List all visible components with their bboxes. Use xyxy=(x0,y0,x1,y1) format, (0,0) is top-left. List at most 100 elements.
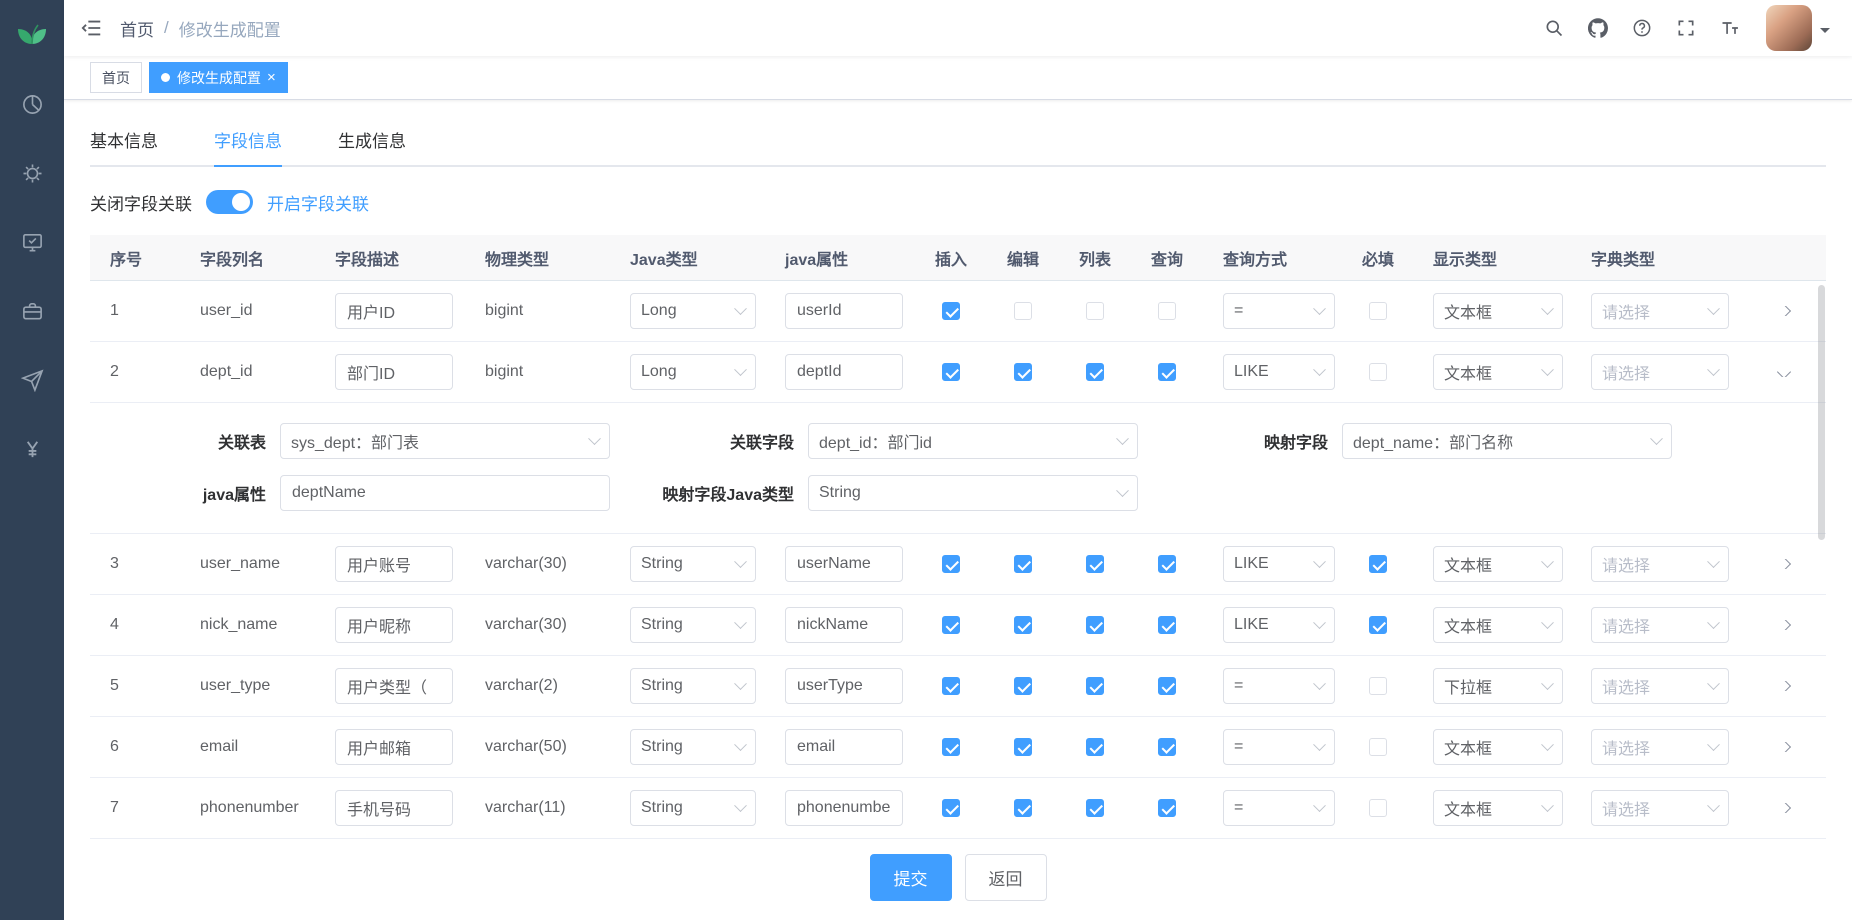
sidebar-collapse-button[interactable] xyxy=(64,0,120,56)
query-type-select[interactable]: = xyxy=(1223,790,1335,826)
edit-checkbox[interactable] xyxy=(1014,555,1032,573)
display-type-select[interactable]: 文本框 xyxy=(1433,546,1563,582)
table-scrollbar[interactable] xyxy=(1818,285,1825,540)
column-desc-input[interactable] xyxy=(335,293,453,329)
tag-current-page[interactable]: 修改生成配置 × xyxy=(149,62,288,93)
dict-type-select[interactable]: 请选择 xyxy=(1591,607,1729,643)
insert-checkbox[interactable] xyxy=(942,738,960,756)
query-checkbox[interactable] xyxy=(1158,555,1176,573)
insert-checkbox[interactable] xyxy=(942,555,960,573)
java-prop-input[interactable] xyxy=(785,293,903,329)
font-size-button[interactable] xyxy=(1708,0,1752,56)
query-type-select[interactable]: LIKE xyxy=(1223,354,1335,390)
fullscreen-button[interactable] xyxy=(1664,0,1708,56)
help-button[interactable] xyxy=(1620,0,1664,56)
insert-checkbox[interactable] xyxy=(942,616,960,634)
list-checkbox[interactable] xyxy=(1086,363,1104,381)
query-checkbox[interactable] xyxy=(1158,302,1176,320)
java-prop-input[interactable] xyxy=(785,354,903,390)
association-toggle[interactable] xyxy=(206,190,253,214)
required-checkbox[interactable] xyxy=(1369,799,1387,817)
sidebar-item-pay[interactable] xyxy=(0,415,64,484)
dict-type-select[interactable]: 请选择 xyxy=(1591,354,1729,390)
display-type-select[interactable]: 文本框 xyxy=(1433,293,1563,329)
java-prop-input[interactable] xyxy=(785,729,903,765)
query-checkbox[interactable] xyxy=(1158,738,1176,756)
user-menu[interactable] xyxy=(1766,5,1830,51)
expand-icon[interactable] xyxy=(1776,803,1790,813)
required-checkbox[interactable] xyxy=(1369,302,1387,320)
column-desc-input[interactable] xyxy=(335,790,453,826)
sidebar-item-system[interactable] xyxy=(0,139,64,208)
edit-checkbox[interactable] xyxy=(1014,738,1032,756)
query-checkbox[interactable] xyxy=(1158,799,1176,817)
back-button[interactable]: 返回 xyxy=(965,854,1047,901)
search-button[interactable] xyxy=(1532,0,1576,56)
column-desc-input[interactable] xyxy=(335,354,453,390)
expand-icon[interactable] xyxy=(1776,559,1790,569)
sidebar-item-dashboard[interactable] xyxy=(0,70,64,139)
edit-checkbox[interactable] xyxy=(1014,677,1032,695)
query-type-select[interactable]: = xyxy=(1223,668,1335,704)
association-on-label[interactable]: 开启字段关联 xyxy=(267,190,369,215)
map-field-select[interactable]: dept_name：部门名称 xyxy=(1342,423,1672,459)
dict-type-select[interactable]: 请选择 xyxy=(1591,729,1729,765)
insert-checkbox[interactable] xyxy=(942,799,960,817)
java-prop-input[interactable] xyxy=(785,546,903,582)
required-checkbox[interactable] xyxy=(1369,555,1387,573)
required-checkbox[interactable] xyxy=(1369,677,1387,695)
display-type-select[interactable]: 文本框 xyxy=(1433,790,1563,826)
query-type-select[interactable]: LIKE xyxy=(1223,546,1335,582)
list-checkbox[interactable] xyxy=(1086,738,1104,756)
query-type-select[interactable]: = xyxy=(1223,293,1335,329)
github-button[interactable] xyxy=(1576,0,1620,56)
expand-icon[interactable] xyxy=(1776,620,1790,630)
insert-checkbox[interactable] xyxy=(942,363,960,381)
expand-icon[interactable] xyxy=(1776,306,1790,316)
list-checkbox[interactable] xyxy=(1086,677,1104,695)
map-java-type-select[interactable]: String xyxy=(808,475,1138,511)
java-type-select[interactable]: Long xyxy=(630,293,756,329)
display-type-select[interactable]: 文本框 xyxy=(1433,729,1563,765)
java-type-select[interactable]: Long xyxy=(630,354,756,390)
expand-icon[interactable] xyxy=(1776,367,1790,377)
breadcrumb-home[interactable]: 首页 xyxy=(120,16,154,41)
tag-close-icon[interactable]: × xyxy=(267,70,276,85)
insert-checkbox[interactable] xyxy=(942,677,960,695)
sidebar-item-send[interactable] xyxy=(0,346,64,415)
java-type-select[interactable]: String xyxy=(630,546,756,582)
dict-type-select[interactable]: 请选择 xyxy=(1591,668,1729,704)
java-type-select[interactable]: String xyxy=(630,668,756,704)
column-desc-input[interactable] xyxy=(335,729,453,765)
expand-icon[interactable] xyxy=(1776,681,1790,691)
java-prop-detail-input[interactable] xyxy=(280,475,610,511)
app-logo[interactable] xyxy=(0,0,64,62)
column-desc-input[interactable] xyxy=(335,607,453,643)
query-type-select[interactable]: = xyxy=(1223,729,1335,765)
list-checkbox[interactable] xyxy=(1086,799,1104,817)
edit-checkbox[interactable] xyxy=(1014,363,1032,381)
query-checkbox[interactable] xyxy=(1158,363,1176,381)
java-prop-input[interactable] xyxy=(785,790,903,826)
tag-home[interactable]: 首页 xyxy=(90,62,142,93)
dict-type-select[interactable]: 请选择 xyxy=(1591,546,1729,582)
required-checkbox[interactable] xyxy=(1369,738,1387,756)
java-prop-input[interactable] xyxy=(785,668,903,704)
list-checkbox[interactable] xyxy=(1086,555,1104,573)
edit-checkbox[interactable] xyxy=(1014,302,1032,320)
rel-field-select[interactable]: dept_id：部门id xyxy=(808,423,1138,459)
query-checkbox[interactable] xyxy=(1158,616,1176,634)
java-prop-input[interactable] xyxy=(785,607,903,643)
query-type-select[interactable]: LIKE xyxy=(1223,607,1335,643)
display-type-select[interactable]: 文本框 xyxy=(1433,354,1563,390)
list-checkbox[interactable] xyxy=(1086,616,1104,634)
insert-checkbox[interactable] xyxy=(942,302,960,320)
tab-basic-info[interactable]: 基本信息 xyxy=(90,114,158,167)
java-type-select[interactable]: String xyxy=(630,607,756,643)
expand-icon[interactable] xyxy=(1776,742,1790,752)
dict-type-select[interactable]: 请选择 xyxy=(1591,293,1729,329)
required-checkbox[interactable] xyxy=(1369,616,1387,634)
query-checkbox[interactable] xyxy=(1158,677,1176,695)
sidebar-item-monitor[interactable] xyxy=(0,208,64,277)
rel-table-select[interactable]: sys_dept：部门表 xyxy=(280,423,610,459)
